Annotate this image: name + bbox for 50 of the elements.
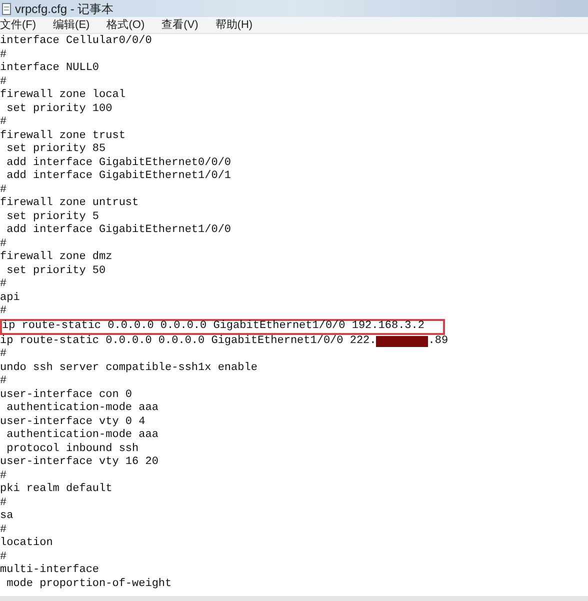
config-line: multi-interface bbox=[0, 564, 100, 578]
config-line: authentication-mode aaa bbox=[6, 402, 158, 416]
config-line: pki realm default bbox=[0, 483, 112, 496]
config-line: location bbox=[0, 537, 53, 550]
config-line: interface NULL0 bbox=[0, 62, 100, 76]
config-line: ip route-static 0.0.0.0 0.0.0.0 GigabitEthernet1/0/0 222. bbox=[0, 334, 376, 348]
config-line: set priority 85 bbox=[6, 143, 106, 156]
config-line: set priority 5 bbox=[6, 210, 100, 224]
config-line: user-interface vty 16 20 bbox=[0, 456, 158, 470]
config-line: # bbox=[0, 278, 7, 292]
config-line: # bbox=[0, 375, 7, 388]
config-line: sa bbox=[0, 510, 14, 524]
config-line: # bbox=[0, 116, 7, 130]
config-line: interface Cellular0/0/0 bbox=[0, 35, 152, 48]
window-title: vrpcfg.cfg - 记事本 bbox=[15, 2, 114, 14]
config-line: firewall zone local bbox=[0, 89, 126, 102]
config-line: user-interface con 0 bbox=[0, 388, 132, 402]
menu-item[interactable]: 格式(O) bbox=[106, 20, 145, 30]
menu-item[interactable]: 编辑(E) bbox=[53, 20, 90, 30]
redaction-block bbox=[376, 336, 428, 347]
config-line: # bbox=[0, 76, 7, 89]
notepad-icon bbox=[2, 2, 11, 14]
menu-item[interactable]: 文件(F) bbox=[0, 20, 36, 30]
config-line: firewall zone dmz bbox=[0, 251, 112, 264]
config-line: add interface GigabitEthernet1/0/0 bbox=[6, 224, 232, 238]
config-line: # bbox=[0, 48, 7, 62]
config-line: api bbox=[0, 292, 20, 305]
config-line: protocol inbound ssh bbox=[6, 442, 139, 456]
config-line: firewall zone trust bbox=[0, 130, 126, 143]
config-line: # bbox=[0, 470, 7, 483]
config-line: authentication-mode aaa bbox=[6, 429, 158, 442]
config-line: # bbox=[0, 305, 7, 318]
config-line: add interface GigabitEthernet0/0/0 bbox=[6, 156, 232, 170]
config-line: user-interface vty 0 4 bbox=[0, 416, 146, 429]
config-line: # bbox=[0, 524, 7, 537]
config-line: ip route-static 0.0.0.0 0.0.0.0 GigabitEthernet1/0/0 192.168.3.2 bbox=[2, 320, 424, 334]
menu-item[interactable]: 帮助(H) bbox=[215, 20, 253, 30]
config-line: # bbox=[0, 184, 7, 197]
config-line: firewall zone untrust bbox=[0, 197, 139, 210]
config-line: # bbox=[0, 496, 7, 510]
config-line: undo ssh server compatible-ssh1x enable bbox=[0, 362, 258, 375]
menu-item[interactable]: 查看(V) bbox=[162, 20, 198, 30]
config-line: .89 bbox=[428, 334, 448, 348]
config-line: set priority 50 bbox=[6, 264, 106, 278]
config-line: # bbox=[0, 550, 7, 564]
config-line: add interface GigabitEthernet1/0/1 bbox=[6, 170, 232, 184]
config-line: set priority 100 bbox=[6, 102, 112, 116]
config-line: mode proportion-of-weight bbox=[6, 578, 172, 591]
config-line: # bbox=[0, 238, 7, 251]
config-line: # bbox=[0, 348, 7, 362]
